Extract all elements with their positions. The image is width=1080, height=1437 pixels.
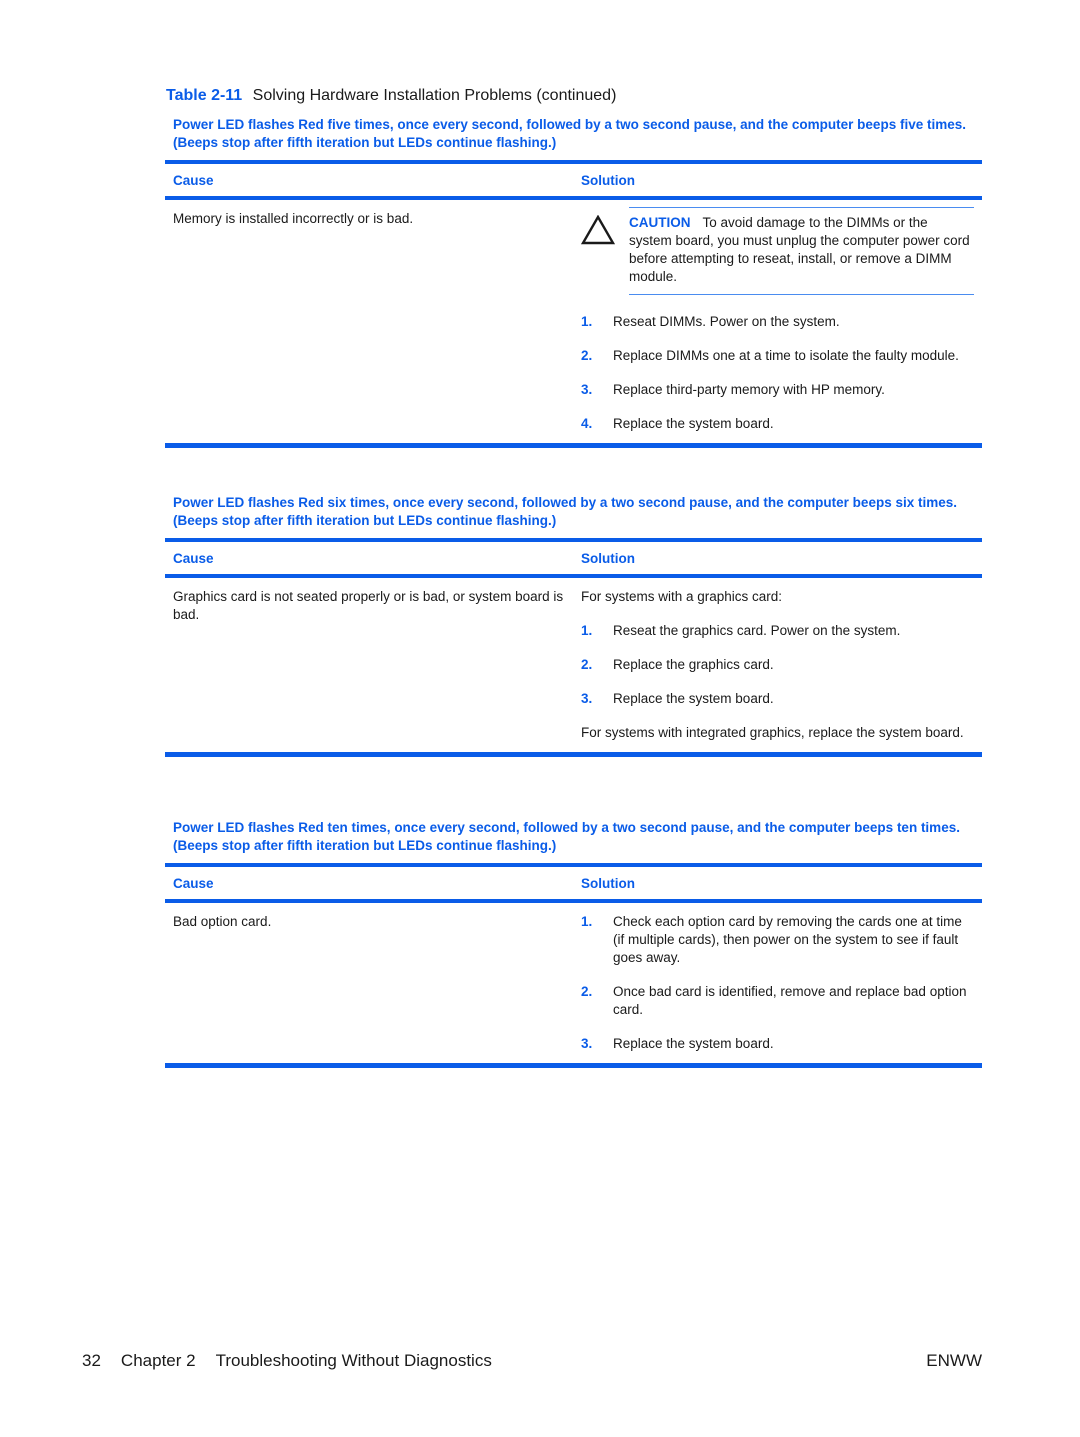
step-text: Replace DIMMs one at a time to isolate t… [613, 348, 959, 363]
solution-intro: For systems with a graphics card: [581, 589, 783, 604]
solution-header: Solution [581, 172, 635, 188]
solution-cell: For systems with a graphics card: 1. Rese… [573, 578, 982, 752]
step-text: Replace the system board. [613, 416, 774, 431]
solution-cell: 1. Check each option card by removing the… [573, 903, 982, 1063]
cause-cell: Bad option card. [173, 914, 272, 929]
step-number: 4. [581, 416, 593, 431]
step-item: 3. Replace the system board. [581, 1035, 974, 1053]
step-item: 2. Replace the graphics card. [581, 656, 974, 674]
table-title: Solving Hardware Installation Problems (… [252, 87, 617, 104]
locale-code: ENWW [926, 1351, 982, 1370]
section-title: Power LED flashes Red five times, once e… [173, 117, 966, 150]
step-text: Replace third-party memory with HP memor… [613, 382, 885, 397]
step-number: 3. [581, 691, 593, 706]
step-number: 2. [581, 657, 593, 672]
section-ten-flashes: Power LED flashes Red ten times, once ev… [165, 819, 982, 1068]
table-bottom-rule [165, 752, 982, 757]
step-item: 2. Once bad card is identified, remove an… [581, 983, 974, 1019]
cause-header: Cause [173, 550, 214, 566]
solution-header: Solution [581, 550, 635, 566]
table-bottom-rule [165, 443, 982, 448]
step-item: 3. Replace the system board. [581, 690, 974, 708]
section-six-flashes: Power LED flashes Red six times, once ev… [165, 494, 982, 757]
step-item: 1. Reseat the graphics card. Power on the… [581, 622, 974, 640]
solution-cell: CAUTION To avoid damage to the DIMMs or t… [573, 200, 982, 443]
chapter-title: Troubleshooting Without Diagnostics [215, 1351, 492, 1370]
step-item: 1. Reseat DIMMs. Power on the system. [581, 313, 974, 331]
step-item: 2. Replace DIMMs one at a time to isolate… [581, 347, 974, 365]
step-text: Check each option card by removing the c… [613, 914, 962, 965]
table-row: Memory is installed incorrectly or is ba… [165, 200, 982, 443]
step-number: 1. [581, 314, 593, 329]
table-row: Bad option card. 1. Check each option car… [165, 903, 982, 1063]
table-header-row: Cause Solution [165, 867, 982, 899]
step-item: 1. Check each option card by removing the… [581, 913, 974, 967]
table-label: Table [166, 87, 207, 104]
section-title: Power LED flashes Red six times, once ev… [173, 495, 957, 528]
step-text: Reseat DIMMs. Power on the system. [613, 314, 840, 329]
step-text: Reseat the graphics card. Power on the s… [613, 623, 901, 638]
page-footer: 32 Chapter 2 Troubleshooting Without Diagn… [82, 1350, 982, 1372]
cause-header: Cause [173, 172, 214, 188]
table-bottom-rule [165, 1063, 982, 1068]
step-number: 3. [581, 1036, 593, 1051]
table-header-row: Cause Solution [165, 164, 982, 196]
cause-cell: Memory is installed incorrectly or is ba… [173, 211, 414, 226]
step-item: 3. Replace third-party memory with HP mem… [581, 381, 974, 399]
step-item: 4. Replace the system board. [581, 415, 974, 433]
cause-header: Cause [173, 875, 214, 891]
warning-triangle-icon [580, 207, 629, 295]
section-title: Power LED flashes Red ten times, once ev… [173, 820, 960, 853]
caution-box: CAUTION To avoid damage to the DIMMs or t… [629, 207, 974, 295]
step-text: Replace the system board. [613, 691, 774, 706]
step-number: 2. [581, 984, 593, 999]
step-number: 1. [581, 914, 593, 929]
step-number: 2. [581, 348, 593, 363]
section-five-flashes: Power LED flashes Red five times, once e… [165, 116, 982, 448]
step-text: Replace the graphics card. [613, 657, 774, 672]
page-number: 32 [82, 1351, 101, 1370]
caution-label: CAUTION [629, 215, 691, 230]
table-header-row: Cause Solution [165, 542, 982, 574]
solution-outro: For systems with integrated graphics, re… [581, 725, 964, 740]
cause-cell: Graphics card is not seated properly or … [173, 589, 564, 622]
step-text: Replace the system board. [613, 1036, 774, 1051]
table-number: 2-11 [211, 87, 243, 104]
solution-header: Solution [581, 875, 635, 891]
chapter-label: Chapter 2 [120, 1351, 196, 1370]
step-number: 3. [581, 382, 593, 397]
caution-note: CAUTION To avoid damage to the DIMMs or t… [580, 207, 974, 295]
table-row: Graphics card is not seated properly or … [165, 578, 982, 752]
step-text: Once bad card is identified, remove and … [613, 984, 967, 1017]
step-number: 1. [581, 623, 593, 638]
table-caption: Table 2-11 Solving Hardware Installation… [166, 86, 616, 106]
